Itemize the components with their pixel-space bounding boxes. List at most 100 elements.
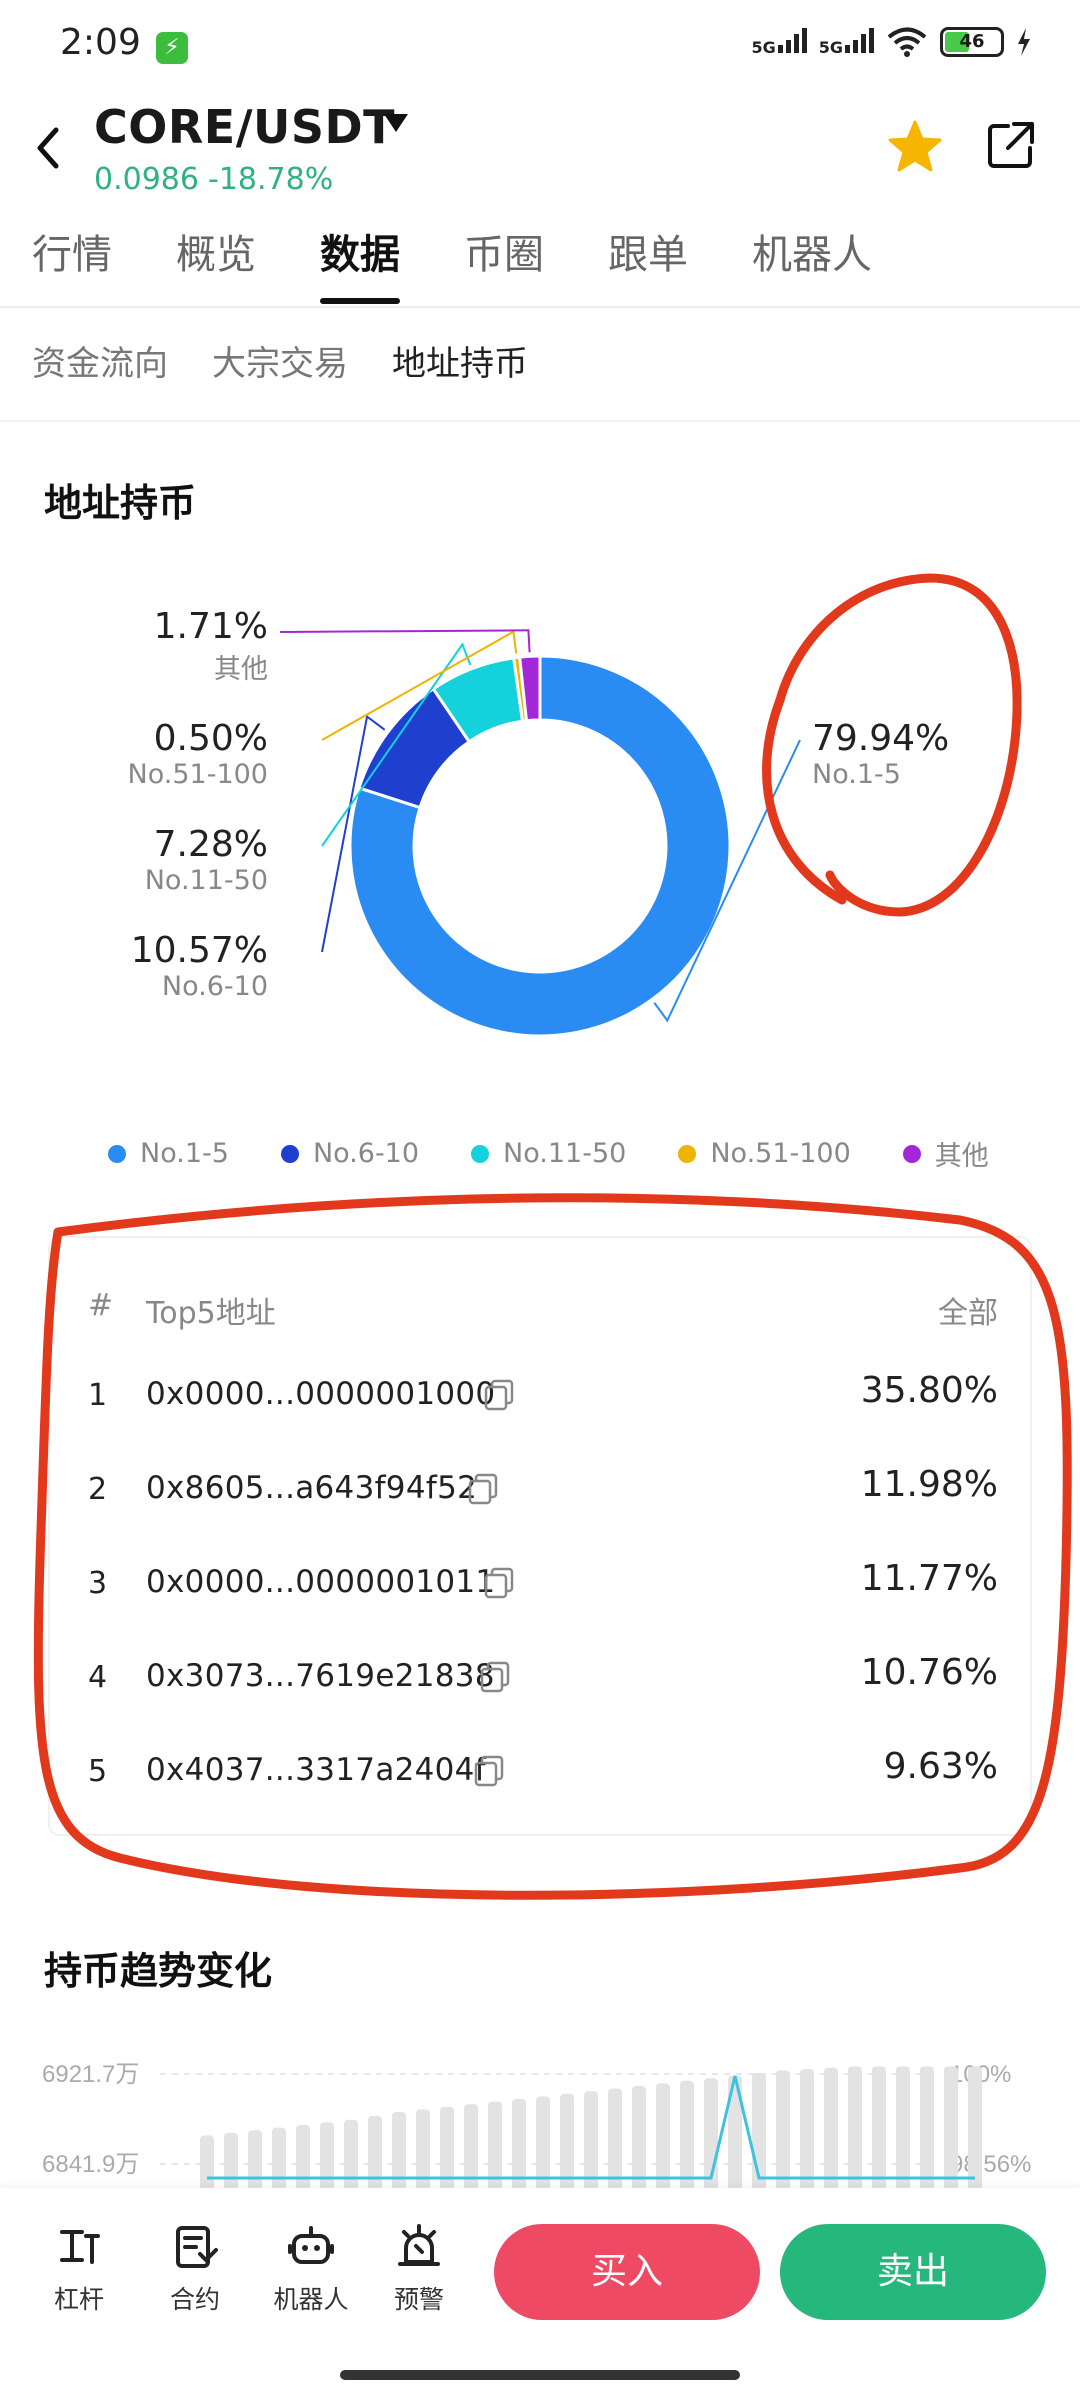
pair-dropdown-icon[interactable] — [384, 114, 408, 132]
trend-bar — [944, 2066, 958, 2190]
tab-overview[interactable]: 概览 — [176, 222, 256, 302]
tab-community[interactable]: 币圈 — [464, 222, 544, 302]
leader-line-4 — [279, 629, 531, 653]
tab-copy-trading[interactable]: 跟单 — [608, 222, 688, 302]
table-header-rank: # — [88, 1288, 114, 1323]
trend-bar — [536, 2096, 550, 2190]
legend-label: No.11-50 — [503, 1138, 627, 1169]
legend-item-no6-10[interactable]: No.6-10 — [280, 1138, 419, 1169]
last-price: 0.0986 — [94, 162, 199, 197]
status-indicators: 5G 5G 46 — [751, 26, 1032, 58]
divider — [0, 420, 1080, 422]
sell-button[interactable]: 卖出 — [780, 2224, 1046, 2320]
legend-item-no1-5[interactable]: No.1-5 — [108, 1138, 229, 1169]
label-others: 1.71% 其他 — [154, 606, 268, 686]
row-rank: 1 — [88, 1378, 108, 1413]
trend-bar — [872, 2066, 886, 2190]
legend-label: No.1-5 — [140, 1138, 229, 1169]
futures-button[interactable]: 合约 — [150, 2222, 240, 2316]
table-filter-all[interactable]: 全部 — [938, 1288, 998, 1332]
alert-button[interactable]: 预警 — [374, 2222, 464, 2316]
trend-bar — [296, 2125, 310, 2190]
label-pct: 79.94% — [812, 718, 950, 759]
row-address: 0x0000...0000001000 — [146, 1376, 496, 1412]
tab-market[interactable]: 行情 — [32, 222, 112, 302]
row-percent: 11.98% — [860, 1464, 998, 1505]
legend-dot — [678, 1144, 697, 1163]
trend-bar — [584, 2091, 598, 2190]
copy-icon[interactable] — [482, 1566, 516, 1600]
trend-bar — [776, 2070, 790, 2190]
label-pct: 0.50% — [153, 718, 268, 759]
trend-bar — [272, 2127, 286, 2190]
chart-legend: No.1-5 No.6-10 No.11-50 No.51-100 其他 — [108, 1134, 1041, 1173]
subtab-address-holdings[interactable]: 地址持币 — [392, 336, 528, 385]
legend-item-others[interactable]: 其他 — [902, 1134, 989, 1173]
label-name: No.11-50 — [144, 865, 268, 896]
legend-item-no11-50[interactable]: No.11-50 — [471, 1138, 626, 1169]
row-address: 0x0000...0000001011 — [146, 1564, 496, 1600]
row-rank: 3 — [88, 1566, 108, 1601]
copy-icon[interactable] — [478, 1660, 512, 1694]
bot-button[interactable]: 机器人 — [266, 2222, 356, 2316]
alert-label: 预警 — [393, 2285, 444, 2314]
trend-bar — [320, 2122, 334, 2190]
label-no6-10: 10.57% No.6-10 — [131, 930, 268, 1002]
row-address: 0x4037...3317a2404f — [146, 1752, 486, 1788]
row-address: 0x8605...a643f94f52 — [146, 1470, 478, 1506]
subtab-block-trades[interactable]: 大宗交易 — [212, 336, 348, 385]
buy-button[interactable]: 买入 — [494, 2224, 760, 2320]
leverage-button[interactable]: 杠杆 — [34, 2222, 124, 2316]
legend-label: 其他 — [934, 1141, 989, 1172]
row-percent: 35.80% — [860, 1370, 998, 1411]
trend-bar — [512, 2099, 526, 2190]
robot-icon — [288, 2226, 334, 2264]
label-no51-100: 0.50% No.51-100 — [128, 718, 268, 790]
legend-dot — [471, 1144, 490, 1163]
tab-data[interactable]: 数据 — [320, 222, 400, 304]
signal-2-label: 5G — [818, 38, 843, 57]
row-percent: 10.76% — [860, 1652, 998, 1693]
leverage-label: 杠杆 — [53, 2285, 104, 2314]
table-header-address: Top5地址 — [146, 1296, 276, 1331]
label-pct: 10.57% — [130, 930, 268, 971]
signal-icon: 5G — [751, 27, 807, 57]
legend-item-no51-100[interactable]: No.51-100 — [678, 1138, 851, 1169]
trend-bar — [848, 2066, 862, 2190]
y-left-tick: 6921.7万 — [42, 2061, 139, 2088]
wifi-icon — [887, 27, 927, 57]
holdings-title: 地址持币 — [44, 481, 197, 525]
status-bar: 2:09 ⚡ 5G 5G 46 — [0, 0, 1080, 96]
home-indicator[interactable] — [340, 2370, 740, 2380]
copy-icon[interactable] — [482, 1378, 516, 1412]
tab-bot[interactable]: 机器人 — [752, 222, 872, 302]
divider — [0, 306, 1080, 308]
row-percent: 9.63% — [883, 1746, 998, 1787]
copy-icon[interactable] — [472, 1754, 506, 1788]
trend-bar — [920, 2066, 934, 2190]
legend-dot — [902, 1144, 921, 1163]
subtab-fund-flow[interactable]: 资金流向 — [32, 336, 168, 385]
back-icon[interactable] — [26, 118, 70, 178]
contract-icon — [176, 2226, 218, 2268]
sub-tabs: 资金流向 大宗交易 地址持币 — [32, 336, 572, 385]
copy-icon[interactable] — [466, 1472, 500, 1506]
y-left-tick: 6841.9万 — [42, 2151, 139, 2178]
status-time: 2:09 — [60, 22, 141, 63]
row-rank: 2 — [88, 1472, 108, 1507]
leverage-icon — [60, 2230, 100, 2264]
battery-level: 46 — [959, 31, 985, 52]
trend-bar — [224, 2132, 238, 2190]
signal-icon-2: 5G — [819, 27, 874, 57]
trend-bar — [608, 2088, 622, 2190]
favorite-star-icon[interactable] — [886, 118, 944, 176]
label-pct: 1.71% — [153, 606, 268, 647]
main-tabs: 行情 概览 数据 币圈 跟单 机器人 — [32, 222, 936, 304]
pair-title[interactable]: CORE/USDT — [94, 100, 395, 154]
battery-icon: 46 — [940, 27, 1004, 57]
share-icon[interactable] — [984, 118, 1038, 172]
bottom-action-bar: 杠杆 合约 机器人 预警 买入 卖出 — [0, 2188, 1080, 2400]
legend-label: No.51-100 — [710, 1138, 851, 1169]
trend-bar — [248, 2130, 262, 2190]
holdings-trend-chart: 6921.7万 6841.9万 100% 98.56% — [42, 2061, 1031, 2190]
